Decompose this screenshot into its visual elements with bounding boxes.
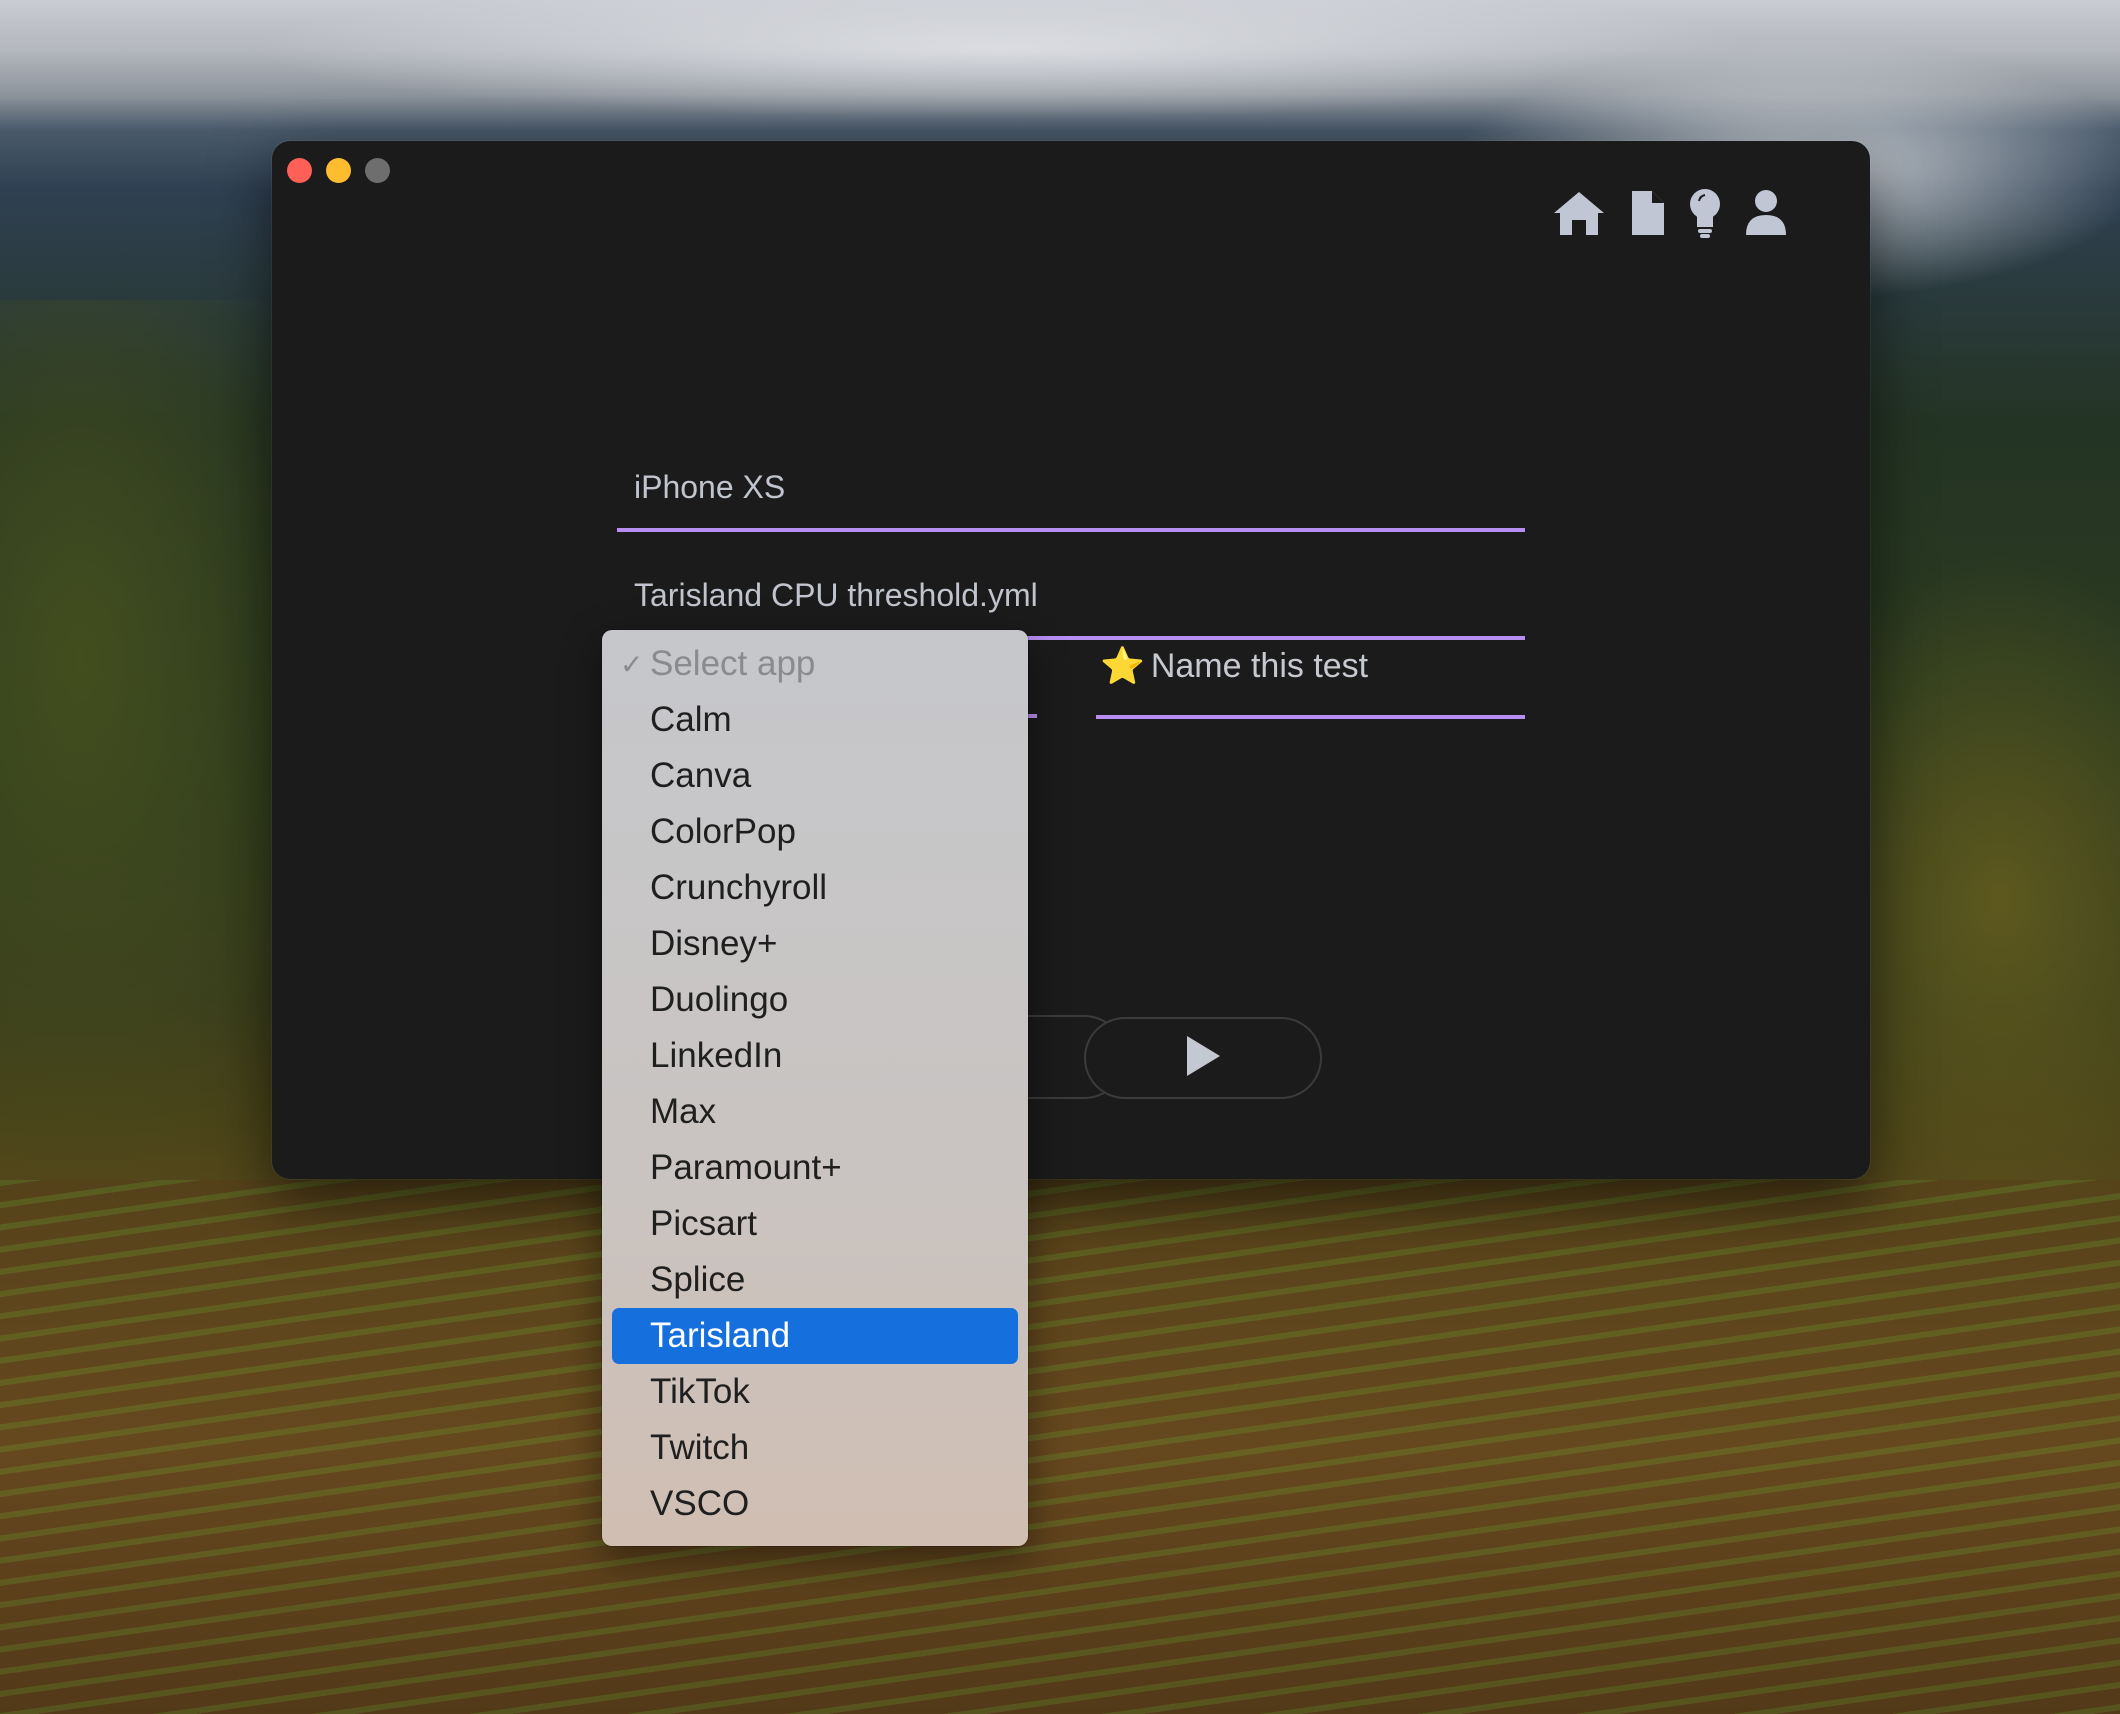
config-file-value: Tarisland CPU threshold.yml bbox=[634, 577, 1038, 613]
toolbar bbox=[1552, 187, 1810, 239]
dropdown-placeholder-option[interactable]: ✓ Select app bbox=[612, 636, 1018, 692]
dropdown-placeholder-label: Select app bbox=[650, 644, 816, 683]
window-controls bbox=[287, 158, 390, 183]
test-name-input[interactable]: ⭐ Name this test bbox=[1096, 617, 1525, 719]
lightbulb-icon[interactable] bbox=[1688, 187, 1722, 239]
dropdown-option-disney-plus[interactable]: Disney+ bbox=[612, 916, 1018, 972]
run-test-button[interactable] bbox=[1084, 1017, 1322, 1099]
dropdown-option-crunchyroll[interactable]: Crunchyroll bbox=[612, 860, 1018, 916]
dropdown-option-calm[interactable]: Calm bbox=[612, 692, 1018, 748]
user-icon[interactable] bbox=[1744, 189, 1788, 237]
device-field-value: iPhone XS bbox=[634, 469, 786, 505]
dropdown-option-twitch[interactable]: Twitch bbox=[612, 1420, 1018, 1476]
minimize-window-button[interactable] bbox=[326, 158, 351, 183]
home-icon[interactable] bbox=[1552, 189, 1606, 237]
play-icon bbox=[1183, 1033, 1223, 1084]
zoom-window-button[interactable] bbox=[365, 158, 390, 183]
dropdown-option-tiktok[interactable]: TikTok bbox=[612, 1364, 1018, 1420]
star-icon: ⭐ bbox=[1100, 645, 1145, 686]
app-window: iPhone XS Tarisland CPU threshold.yml ⭐ … bbox=[272, 141, 1870, 1179]
dropdown-option-colorpop[interactable]: ColorPop bbox=[612, 804, 1018, 860]
test-name-placeholder: Name this test bbox=[1150, 646, 1369, 685]
checkmark-icon: ✓ bbox=[620, 648, 644, 680]
dropdown-option-paramount-plus[interactable]: Paramount+ bbox=[612, 1140, 1018, 1196]
dropdown-option-splice[interactable]: Splice bbox=[612, 1252, 1018, 1308]
dropdown-option-vsco[interactable]: VSCO bbox=[612, 1476, 1018, 1532]
device-field[interactable]: iPhone XS bbox=[617, 447, 1525, 532]
dropdown-option-tarisland[interactable]: Tarisland bbox=[612, 1308, 1018, 1364]
dropdown-option-max[interactable]: Max bbox=[612, 1084, 1018, 1140]
dropdown-option-duolingo[interactable]: Duolingo bbox=[612, 972, 1018, 1028]
document-icon[interactable] bbox=[1628, 189, 1666, 237]
close-window-button[interactable] bbox=[287, 158, 312, 183]
app-select-dropdown[interactable]: ✓ Select app Calm Canva ColorPop Crunchy… bbox=[602, 630, 1028, 1546]
dropdown-option-canva[interactable]: Canva bbox=[612, 748, 1018, 804]
dropdown-option-picsart[interactable]: Picsart bbox=[612, 1196, 1018, 1252]
dropdown-option-linkedin[interactable]: LinkedIn bbox=[612, 1028, 1018, 1084]
